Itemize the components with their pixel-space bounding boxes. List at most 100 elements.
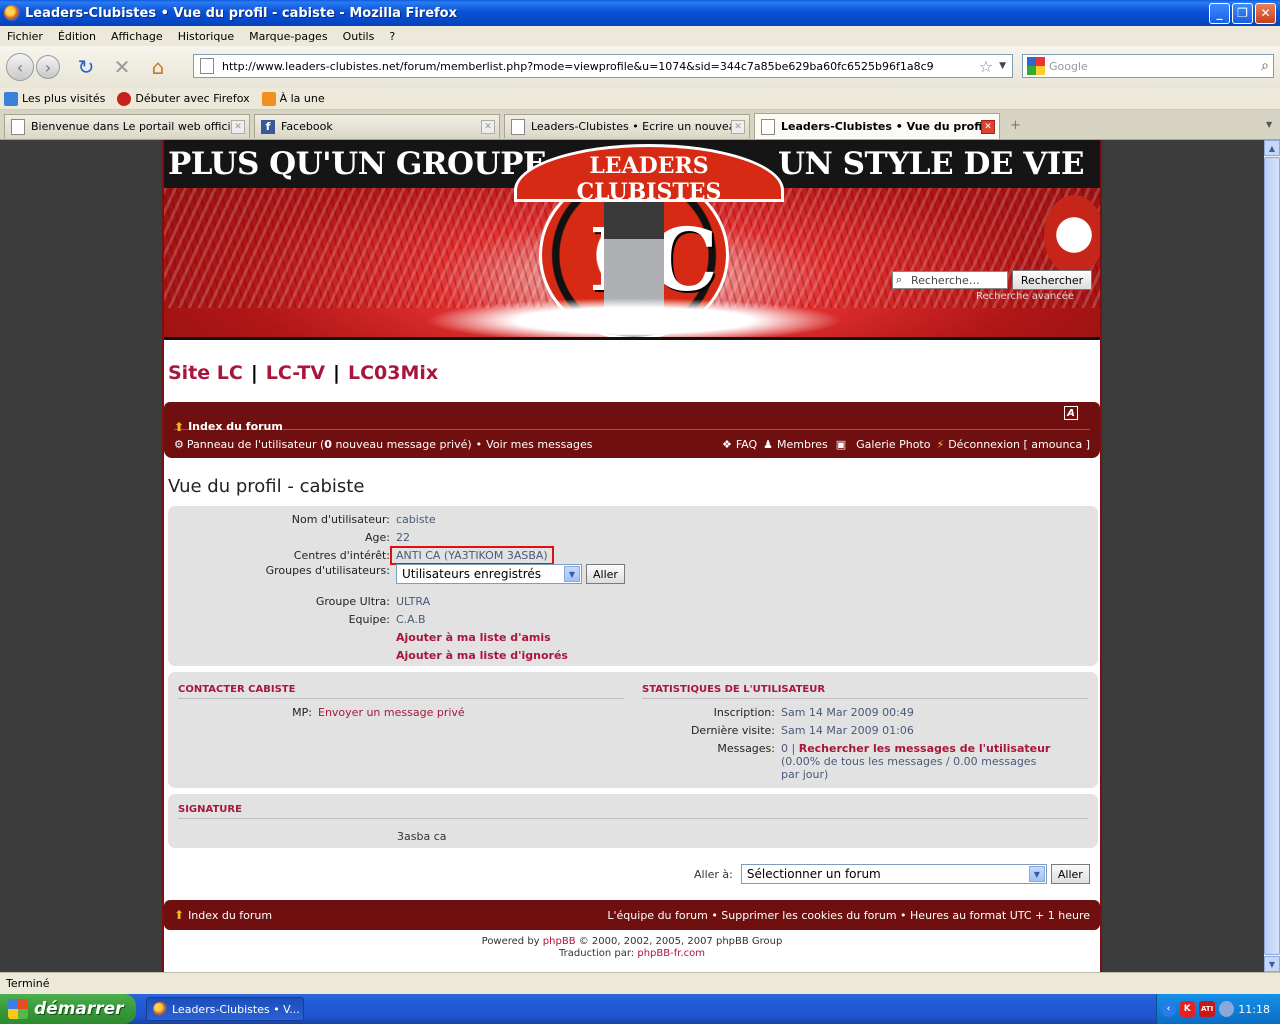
field-groups: Groupes d'utilisateurs: Utilisateurs enr… (168, 564, 1098, 586)
gallery-icon: ▣ (835, 437, 847, 451)
scroll-up-icon[interactable]: ▲ (1264, 140, 1280, 156)
forum-navbar: ⬆ Index du forum A ⚙ Panneau de l'utilis… (164, 402, 1100, 458)
url-dropdown-icon[interactable]: ▼ (999, 61, 1006, 71)
interests-value: ANTI CA (YA3TIKOM 3ASBA) (390, 545, 554, 565)
ati-icon[interactable]: ATI (1198, 1001, 1216, 1017)
nav-row-breadcrumb: ⬆ Index du forum A (174, 406, 1090, 434)
scroll-down-icon[interactable]: ▼ (1264, 956, 1280, 972)
jump-go-button[interactable]: Aller (1050, 864, 1090, 884)
system-tray: ‹ K ATI 11:18 (1156, 994, 1280, 1024)
gallery-link[interactable]: Galerie Photo (856, 438, 930, 451)
clock: 11:18 (1238, 1002, 1270, 1016)
translation-prefix: Traduction par: (559, 948, 635, 959)
close-tab-icon[interactable]: ✕ (481, 119, 495, 134)
ultra-value: ULTRA (396, 594, 431, 608)
close-window-button[interactable]: ✕ (1255, 2, 1276, 24)
site-links: Site LC | LC-TV | LC03Mix (168, 362, 438, 384)
tray-expand-icon[interactable]: ‹ (1161, 1001, 1176, 1017)
tab-vue-profil[interactable]: Leaders-Clubistes • Vue du profil ... ✕ (754, 113, 1000, 139)
vertical-scrollbar[interactable]: ▲ ▼ (1264, 140, 1280, 972)
forum-select[interactable]: Sélectionner un forum ▼ (740, 864, 1047, 884)
username-value: cabiste (396, 512, 436, 526)
web-search-box[interactable]: Google ⌕ (1022, 54, 1274, 78)
link-lc-tv[interactable]: LC-TV (266, 362, 325, 384)
home-icon[interactable]: ⌂ (144, 53, 172, 81)
send-pm-link[interactable]: Envoyer un message privé (318, 706, 465, 719)
search-user-posts-link[interactable]: Rechercher les messages de l'utilisateur (799, 742, 1051, 755)
scroll-thumb[interactable] (1264, 157, 1280, 955)
bookmark-most-visited[interactable]: Les plus visités (4, 91, 105, 106)
phpbb-fr-link[interactable]: phpBB-fr.com (637, 948, 705, 959)
logout-link[interactable]: Déconnexion [ amounca ] (948, 438, 1090, 451)
footer-index-link[interactable]: Index du forum (188, 909, 272, 922)
contact-heading: CONTACTER CABISTE (178, 684, 624, 699)
view-messages-link[interactable]: Voir mes messages (486, 438, 592, 451)
start-button[interactable]: démarrer (0, 994, 136, 1024)
menu-help[interactable]: ? (382, 30, 403, 43)
google-icon[interactable] (1027, 57, 1045, 75)
posts-per-day: par jour) (781, 768, 829, 781)
stats-heading: STATISTIQUES DE L'UTILISATEUR (642, 684, 1088, 699)
new-tab-icon[interactable]: + (1010, 118, 1021, 133)
add-foe-link[interactable]: Ajouter à ma liste d'ignorés (396, 649, 568, 662)
powered-prefix: Powered by (481, 936, 540, 947)
forum-search-button[interactable]: Rechercher (1012, 270, 1092, 290)
groups-select[interactable]: Utilisateurs enregistrés ▼ (396, 564, 582, 584)
minimize-button[interactable]: _ (1209, 2, 1230, 24)
menu-outils[interactable]: Outils (336, 30, 383, 43)
groups-go-button[interactable]: Aller (586, 564, 625, 584)
tab-portail[interactable]: Bienvenue dans Le portail web officiel d… (4, 114, 250, 138)
search-icon[interactable]: ⌕ (1261, 58, 1269, 74)
home-arrow-icon: ⬆ (174, 908, 185, 922)
separator: | (333, 362, 340, 384)
web-search-placeholder: Google (1049, 59, 1088, 73)
maximize-button[interactable]: ❐ (1232, 2, 1253, 24)
bookmark-getting-started[interactable]: Débuter avec Firefox (117, 91, 250, 106)
close-tab-icon[interactable]: ✕ (731, 119, 745, 134)
close-tab-icon[interactable]: ✕ (981, 119, 995, 134)
volume-icon[interactable] (1219, 1001, 1235, 1017)
reload-icon[interactable]: ↻ (72, 53, 100, 81)
advanced-search-link[interactable]: Recherche avancée (976, 291, 1074, 302)
taskbar-firefox-item[interactable]: Leaders-Clubistes • V... (146, 997, 304, 1021)
menu-edition[interactable]: Édition (51, 30, 104, 43)
page-icon (11, 118, 25, 135)
forward-icon[interactable]: › (36, 55, 60, 79)
faq-link[interactable]: FAQ (736, 438, 757, 451)
tab-list-icon[interactable]: ▼ (1266, 120, 1272, 129)
link-lc03mix[interactable]: LC03Mix (348, 362, 438, 384)
gear-icon: ⚙ (174, 437, 184, 451)
index-link[interactable]: Index du forum (188, 420, 283, 433)
add-friend-link[interactable]: Ajouter à ma liste d'amis (396, 631, 551, 644)
footer-links[interactable]: L'équipe du forum • Supprimer les cookie… (607, 909, 1090, 922)
url-bar[interactable]: http://www.leaders-clubistes.net/forum/m… (193, 54, 1013, 78)
forum-page: PLUS QU'UN GROUPE UN STYLE DE VIE LC LEA… (162, 140, 1102, 972)
back-icon[interactable]: ‹ (6, 53, 34, 81)
phpbb-link[interactable]: phpBB (543, 936, 576, 947)
windows-taskbar: démarrer Leaders-Clubistes • V... ‹ K AT… (0, 994, 1280, 1024)
nav-right-links: ❖ FAQ ♟ Membres ▣ Galerie Photo ⚡ Déconn… (718, 438, 1090, 451)
members-link[interactable]: Membres (777, 438, 828, 451)
ucp-link[interactable]: Panneau de l'utilisateur (0 nouveau mess… (187, 438, 472, 451)
separator: | (250, 362, 258, 384)
font-size-icon[interactable]: A (1064, 406, 1078, 420)
forum-search-input[interactable]: ⌕ Recherche… (892, 271, 1008, 289)
banner-slogan-right: UN STYLE DE VIE (778, 146, 1084, 182)
menu-historique[interactable]: Historique (171, 30, 242, 43)
menu-affichage[interactable]: Affichage (104, 30, 171, 43)
tab-facebook[interactable]: f Facebook ✕ (254, 114, 500, 138)
tab-ecrire[interactable]: Leaders-Clubistes • Ecrire un nouveau ..… (504, 114, 750, 138)
close-tab-icon[interactable]: ✕ (231, 119, 245, 134)
page-viewport: PLUS QU'UN GROUPE UN STYLE DE VIE LC LEA… (0, 140, 1264, 972)
link-site-lc[interactable]: Site LC (168, 362, 243, 384)
menu-fichier[interactable]: Fichier (0, 30, 51, 43)
kaspersky-icon[interactable]: K (1179, 1001, 1195, 1017)
bookmark-star-icon[interactable]: ☆ (979, 57, 993, 76)
menu-marque-pages[interactable]: Marque-pages (242, 30, 335, 43)
bookmark-headlines[interactable]: À la une (261, 91, 325, 106)
field-interests: Centres d'intérêt: ANTI CA (YA3TIKOM 3AS… (168, 545, 1098, 565)
stop-icon[interactable]: ✕ (108, 53, 136, 81)
windows-logo-icon (8, 999, 28, 1019)
field-username: Nom d'utilisateur: cabiste (291, 512, 436, 526)
members-icon: ♟ (763, 437, 773, 451)
